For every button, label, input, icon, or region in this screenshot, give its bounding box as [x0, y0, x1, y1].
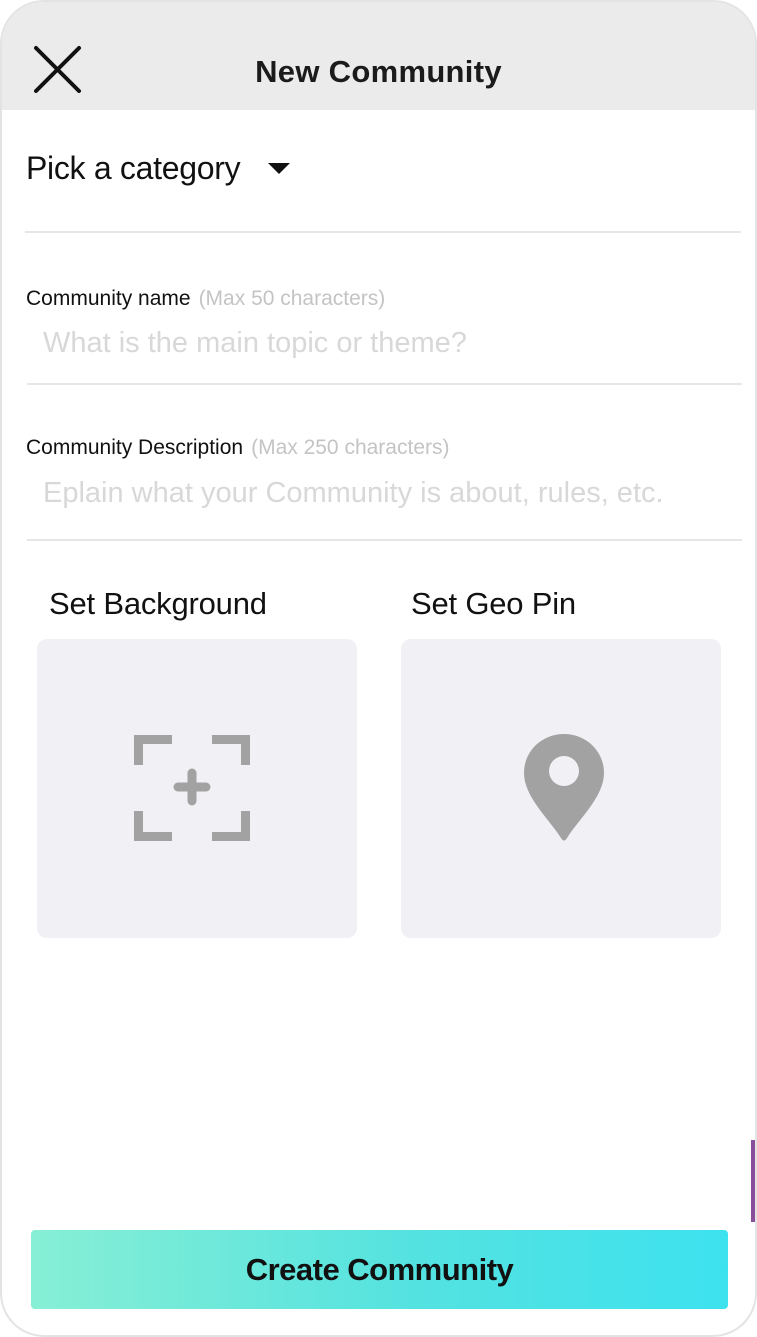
community-description-label: Community Description (Max 250 characters…: [26, 436, 449, 460]
page-title: New Community: [255, 54, 502, 89]
top-bar: New Community: [2, 2, 755, 110]
community-description-input[interactable]: [43, 474, 723, 512]
community-name-label-text: Community name: [26, 287, 191, 310]
divider: [27, 383, 742, 385]
community-description-label-text: Community Description: [26, 436, 244, 459]
edge-accent: [751, 1140, 755, 1222]
caret-down-icon: [268, 163, 291, 174]
community-description-hint: (Max 250 characters): [251, 436, 450, 459]
divider: [25, 231, 741, 233]
divider: [27, 539, 742, 541]
set-geo-pin-tile[interactable]: [401, 639, 721, 938]
location-pin-icon: [524, 734, 604, 841]
community-name-label: Community name (Max 50 characters): [26, 287, 385, 311]
community-name-input[interactable]: [43, 324, 723, 362]
community-name-hint: (Max 50 characters): [198, 287, 386, 310]
create-community-button[interactable]: Create Community: [31, 1230, 728, 1309]
category-label: Pick a category: [26, 150, 241, 186]
set-background-tile[interactable]: [37, 639, 357, 938]
add-photo-frame-icon: [134, 735, 250, 841]
set-geo-pin-title: Set Geo Pin: [411, 586, 576, 621]
phone-screen: New Community Pick a category Community …: [0, 0, 757, 1337]
category-picker[interactable]: Pick a category: [26, 150, 291, 187]
set-background-title: Set Background: [49, 586, 267, 621]
